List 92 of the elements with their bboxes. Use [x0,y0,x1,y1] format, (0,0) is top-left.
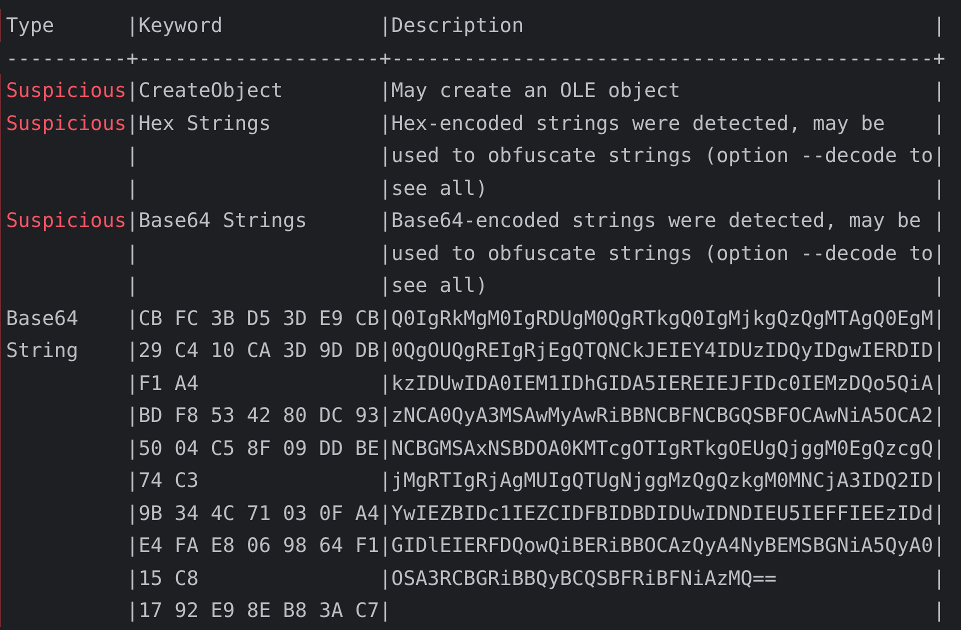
column-separator: | [126,467,138,494]
column-separator: | [933,500,946,527]
column-separator: | [126,142,138,169]
column-separator: | [126,402,138,429]
column-separator: | [379,532,392,559]
column-separator: | [379,174,392,202]
column-header: Keyword [138,13,223,37]
column-separator: | [933,532,946,559]
column-separator: | [379,370,392,397]
description-text: NCBGMSAxNSBDOA0KMTcgOTIgRTkgOEUgQjggM0EgQzcgQ [391,436,934,460]
column-separator: | [126,434,138,462]
keyword-text: Hex Strings [138,110,271,134]
column-separator: | [379,77,392,104]
type-label: Suspicious [6,110,126,134]
keyword-text: 9B 34 4C 71 03 0F A4 [138,500,380,524]
keyword-text: E4 FA E8 06 98 64 F1 [138,533,380,557]
column-separator: | [933,142,946,169]
type-label: String [6,338,78,362]
description-text: YwIEZBIDc1IEZCIDFBIDBDIDUwIDNDIEU5IEFFIEEzIDd [391,500,934,524]
column-separator: | [126,174,138,202]
column-separator: | [379,597,392,624]
keyword-text: CB FC 3B D5 3D E9 CB [138,306,380,330]
keyword-text: 15 C8 [138,566,199,590]
column-separator: | [379,467,392,494]
description-text: OSA3RCBGRiBBQyBCQSBFRiBFNiAzMQ== [391,566,777,590]
column-separator: | [126,337,138,364]
keyword-text: F1 A4 [138,370,199,394]
keyword-text: BD F8 53 42 80 DC 93 [138,403,380,427]
table-rule-line: ----------+--------------------+---------------------------------------------+ [6,44,946,72]
column-separator: | [379,402,392,429]
column-header: Description [391,13,524,37]
column-separator: | [933,12,946,39]
keyword-text: 17 92 E9 8E B8 3A C7 [138,598,380,622]
column-separator: | [126,304,138,332]
column-separator: | [379,564,392,592]
keyword-text: 50 04 C5 8F 09 DD BE [138,436,380,460]
keyword-text: CreateObject [138,78,283,102]
column-separator: | [379,337,392,364]
column-separator: | [933,110,946,137]
column-separator: | [379,434,392,462]
column-separator: | [933,597,946,624]
column-separator: | [379,110,392,137]
column-separator: | [379,12,392,39]
column-separator: | [126,532,138,559]
column-separator: | [933,77,946,104]
column-header: Type [6,13,54,37]
column-separator: | [126,207,138,234]
column-separator: | [933,370,946,397]
column-separator: | [933,434,946,462]
column-separator: | [126,272,138,299]
description-text: GIDlEIERFDQowQiBERiBBOCAzQyA4NyBEMSBGNiA5QyA0 [391,533,934,557]
column-separator: | [933,564,946,592]
column-separator: | [379,500,392,527]
column-separator: | [126,240,138,267]
column-separator: | [933,304,946,332]
column-separator: | [126,110,138,137]
keyword-text: Base64 Strings [138,208,308,232]
description-text: used to obfuscate strings (option --decode to [391,240,934,264]
description-text: kzIDUwIDA0IEM1IDhGIDA5IEREIEJFIDc0IEMzDQo5QiA [391,370,934,394]
column-separator: | [126,597,138,624]
column-separator: | [933,272,946,299]
column-separator: | [933,467,946,494]
type-label: Suspicious [6,78,126,102]
column-separator: | [126,564,138,592]
column-separator: | [379,207,392,234]
column-separator: | [126,77,138,104]
column-separator: | [126,370,138,397]
column-separator: | [126,12,138,39]
column-separator: | [933,207,946,234]
column-separator: | [933,240,946,267]
description-text: see all) [391,176,488,200]
column-separator: | [126,500,138,527]
column-separator: | [379,240,392,267]
keyword-text: 74 C3 [138,468,199,492]
column-separator: | [933,402,946,429]
description-text: see all) [391,273,488,297]
column-separator: | [379,304,392,332]
description-text: Q0IgRkMgM0IgRDUgM0QgRTkgQ0IgMjkgQzQgMTAgQ0EgM [391,306,934,330]
description-text: 0QgOUQgREIgRjEgQTQNCkJEIEY4IDUzIDQyIDgwIERDID [391,338,934,362]
column-separator: | [933,337,946,364]
description-text: used to obfuscate strings (option --decode to [391,143,934,167]
keyword-text: 29 C4 10 CA 3D 9D DB [138,338,380,362]
description-text: Hex-encoded strings were detected, may be [391,110,885,134]
column-separator: | [933,174,946,202]
description-text: Base64-encoded strings were detected, may be [391,208,922,232]
description-text: jMgRTIgRjAgMUIgQTUgNjggMzQgQzkgM0MNCjA3IDQ2ID [391,468,934,492]
type-label: Base64 [6,306,78,330]
type-label: Suspicious [6,208,126,232]
description-text: zNCA0QyA3MSAwMyAwRiBBNCBFNCBGQSBFOCAwNiA5OCA2 [391,403,934,427]
description-text: May create an OLE object [391,78,680,102]
column-separator: | [379,272,392,299]
column-separator: | [379,142,392,169]
